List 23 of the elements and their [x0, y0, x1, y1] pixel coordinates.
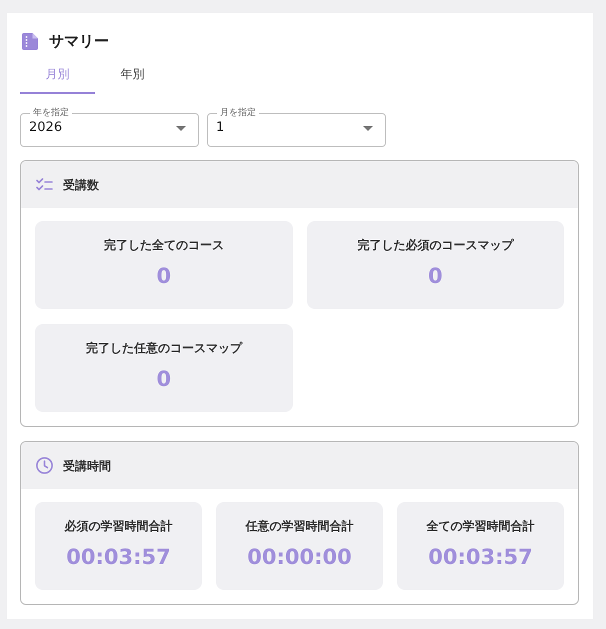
caret-icon — [363, 126, 373, 130]
checklist-icon — [36, 178, 53, 192]
stat-value: 00:03:57 — [428, 544, 533, 570]
dropdown-select[interactable]: 月を指定 1 — [207, 108, 386, 147]
stat-label: 必須の学習時間合計 — [64, 518, 172, 534]
dropdown-select[interactable]: 年を指定 2026 — [20, 108, 199, 147]
stat-value: 00:03:57 — [66, 544, 171, 570]
stat-value: 0 — [428, 263, 443, 289]
clock-icon — [36, 457, 53, 474]
tab[interactable]: 年別 — [95, 55, 170, 94]
stat-label: 完了した全てのコース — [104, 237, 224, 253]
section-title: 受講時間 — [63, 458, 111, 474]
page-title: サマリー — [49, 30, 109, 52]
stat-value: 0 — [156, 263, 172, 289]
section-title: 受講数 — [63, 176, 99, 194]
stat-value: 00:00:00 — [247, 544, 352, 570]
caret-icon — [176, 126, 186, 130]
stat-value: 0 — [156, 366, 172, 392]
stat-label: 完了した必須のコースマップ — [357, 237, 514, 253]
document-icon — [22, 32, 38, 50]
stat-label: 全ての学習時間合計 — [426, 518, 534, 534]
stat-label: 任意の学習時間合計 — [246, 518, 354, 534]
stat-label: 完了した任意のコースマップ — [86, 340, 242, 356]
